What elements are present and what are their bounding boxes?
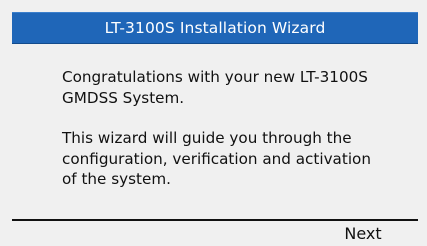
wizard-dialog: LT-3100S Installation Wizard Congratulat… [0,0,427,246]
dialog-title: LT-3100S Installation Wizard [104,19,326,37]
welcome-paragraph: Congratulations with your new LT-3100S G… [62,68,368,107]
title-bar: LT-3100S Installation Wizard [12,12,418,44]
wizard-body: Congratulations with your new LT-3100S G… [62,67,402,210]
next-button[interactable]: Next [320,222,406,244]
description-paragraph: This wizard will guide you through the c… [62,129,371,188]
footer-divider [12,219,418,221]
